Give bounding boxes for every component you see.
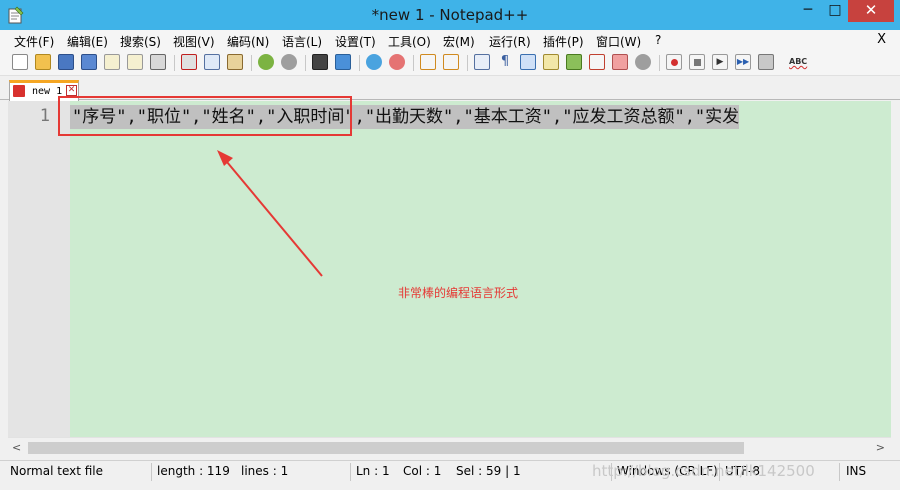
open-file-icon[interactable] — [35, 54, 51, 70]
record-dot-icon — [671, 59, 678, 66]
udl-icon[interactable] — [543, 54, 559, 70]
stop-macro-icon[interactable] — [689, 54, 705, 70]
minimize-button[interactable]: ─ — [794, 0, 822, 22]
scroll-left-icon[interactable]: < — [12, 441, 21, 454]
menu-tools[interactable]: 工具(O) — [388, 33, 431, 50]
line-number: 1 — [39, 106, 50, 126]
undo-icon[interactable] — [258, 54, 274, 70]
menu-window[interactable]: 窗口(W) — [596, 33, 641, 50]
menu-help[interactable]: ? — [655, 33, 661, 47]
menu-macro[interactable]: 宏(M) — [443, 33, 475, 50]
status-sel: Sel : 59 | 1 — [456, 464, 521, 478]
close-icon[interactable] — [104, 54, 120, 70]
monitor-icon[interactable] — [635, 54, 651, 70]
scroll-right-icon[interactable]: > — [876, 441, 885, 454]
cut-icon[interactable] — [181, 54, 197, 70]
status-file-type: Normal text file — [10, 464, 104, 478]
status-length: length : 119 — [157, 464, 230, 478]
scroll-thumb[interactable] — [28, 442, 744, 454]
line-number-gutter: 1 — [8, 101, 70, 437]
zoom-out-icon[interactable] — [389, 54, 405, 70]
menu-plugins[interactable]: 插件(P) — [543, 33, 584, 50]
doc-map-icon[interactable] — [566, 54, 582, 70]
toolbar-separator — [305, 55, 306, 71]
toolbar-separator — [413, 55, 414, 71]
status-lines: lines : 1 — [241, 464, 289, 478]
replace-icon[interactable] — [335, 54, 351, 70]
menu-file[interactable]: 文件(F) — [14, 33, 54, 50]
toolbar-separator — [251, 55, 252, 71]
unsaved-icon — [13, 85, 25, 97]
menu-search[interactable]: 搜索(S) — [120, 33, 161, 50]
close-window-button[interactable]: ✕ — [848, 0, 894, 22]
menu-edit[interactable]: 编辑(E) — [67, 33, 108, 50]
spell-check-icon[interactable]: ABC — [789, 54, 809, 70]
play-macro-icon[interactable]: ▶ — [712, 54, 728, 70]
highlight-box — [58, 96, 352, 136]
editor-right-edge — [891, 101, 900, 437]
menu-run[interactable]: 运行(R) — [489, 33, 531, 50]
save-macro-icon[interactable] — [758, 54, 774, 70]
stop-square-icon — [694, 59, 701, 66]
toolbar-separator — [659, 55, 660, 71]
save-all-icon[interactable] — [81, 54, 97, 70]
status-separator — [151, 463, 152, 481]
watermark: http://blog.csdn.net/lk142500 — [592, 462, 815, 480]
menu-encoding[interactable]: 编码(N) — [227, 33, 269, 50]
status-mode: INS — [846, 464, 867, 478]
indent-guide-icon[interactable] — [520, 54, 536, 70]
record-macro-icon[interactable] — [666, 54, 682, 70]
function-list-icon[interactable] — [589, 54, 605, 70]
save-icon[interactable] — [58, 54, 74, 70]
paste-icon[interactable] — [227, 54, 243, 70]
menu-settings[interactable]: 设置(T) — [335, 33, 376, 50]
run-macro-multiple-icon[interactable]: ▶▶ — [735, 54, 751, 70]
editor-area[interactable]: "序号","职位","姓名","入职时间","出勤天数","基本工资","应发工… — [70, 101, 891, 437]
sync-horizontal-icon[interactable] — [443, 54, 459, 70]
menu-language[interactable]: 语言(L) — [282, 33, 322, 50]
maximize-button[interactable]: □ — [822, 0, 848, 22]
horizontal-scrollbar[interactable]: < > — [8, 437, 891, 457]
toolbar-separator — [174, 55, 175, 71]
sync-vertical-icon[interactable] — [420, 54, 436, 70]
window-title: *new 1 - Notepad++ — [371, 6, 529, 24]
toolbar: ¶ ▶ ▶▶ ABC — [0, 50, 900, 76]
show-all-chars-icon[interactable]: ¶ — [497, 54, 513, 70]
close-all-icon[interactable] — [127, 54, 143, 70]
annotation-text: 非常棒的编程语言形式 — [398, 286, 519, 300]
new-file-icon[interactable] — [12, 54, 28, 70]
tab-close-icon[interactable]: ✕ — [66, 85, 77, 96]
word-wrap-icon[interactable] — [474, 54, 490, 70]
status-separator — [839, 463, 840, 481]
print-icon[interactable] — [150, 54, 166, 70]
close-document-button[interactable]: X — [877, 32, 886, 47]
zoom-in-icon[interactable] — [366, 54, 382, 70]
status-col: Col : 1 — [403, 464, 442, 478]
title-bar: *new 1 - Notepad++ ─ □ ✕ — [0, 0, 900, 30]
status-ln: Ln : 1 — [356, 464, 390, 478]
toolbar-separator — [467, 55, 468, 71]
status-separator — [350, 463, 351, 481]
toolbar-separator — [359, 55, 360, 71]
menu-bar: 文件(F) 编辑(E) 搜索(S) 视图(V) 编码(N) 语言(L) 设置(T… — [0, 30, 900, 50]
redo-icon[interactable] — [281, 54, 297, 70]
find-icon[interactable] — [312, 54, 328, 70]
menu-view[interactable]: 视图(V) — [173, 33, 215, 50]
copy-icon[interactable] — [204, 54, 220, 70]
folder-workspace-icon[interactable] — [612, 54, 628, 70]
